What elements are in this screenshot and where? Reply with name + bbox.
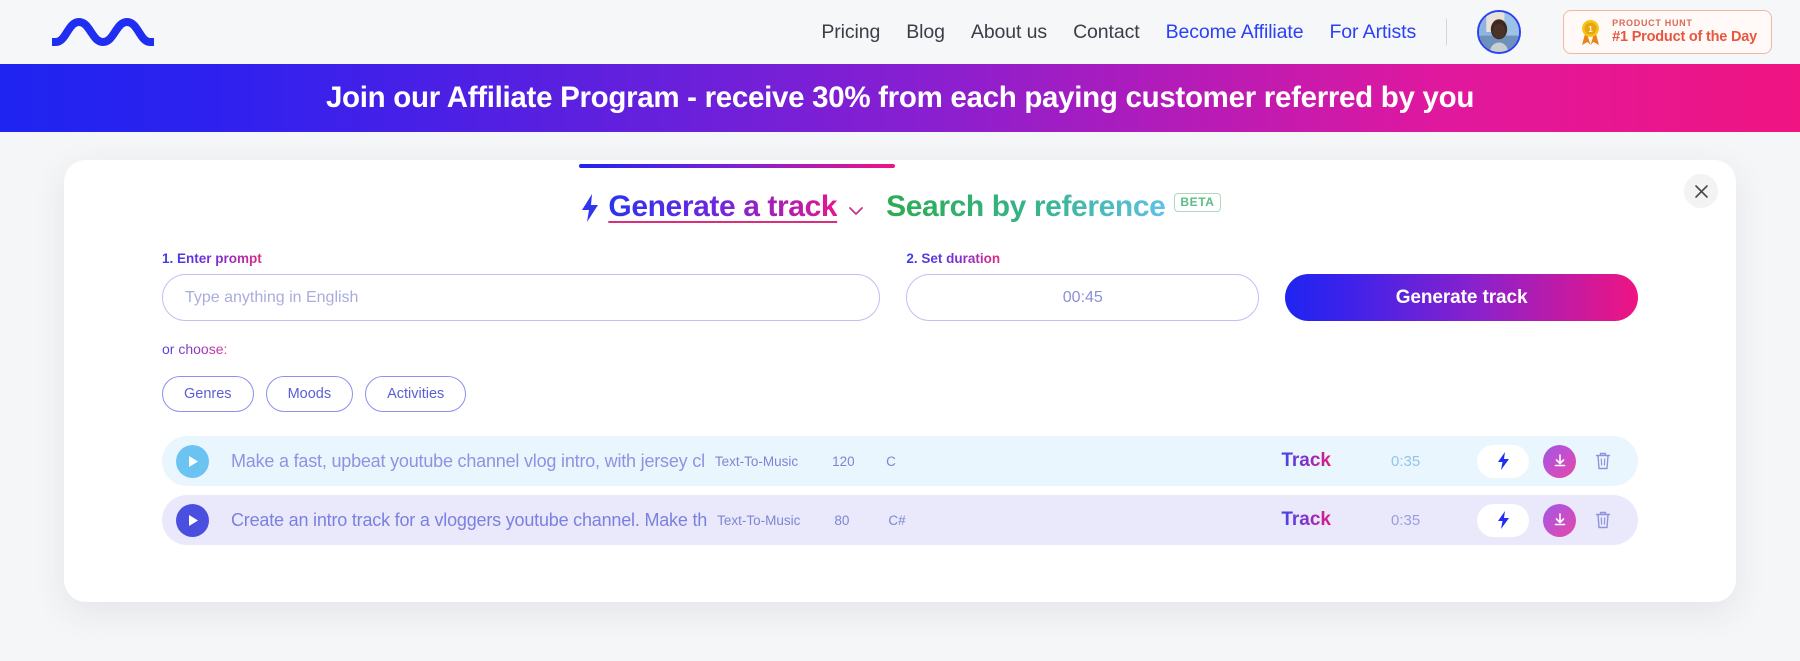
tab-generate-label: Generate a track [608, 190, 837, 224]
svg-text:1: 1 [1588, 25, 1593, 34]
category-chips: Genres Moods Activities [162, 376, 1638, 412]
nav-item-become-affiliate[interactable]: Become Affiliate [1166, 21, 1304, 44]
track-key: C [886, 454, 916, 469]
active-tab-underline [579, 164, 895, 168]
lightning-bolt-icon[interactable] [1477, 445, 1529, 478]
track-type: Text-To-Music [717, 513, 800, 528]
tab-generate-label-wrap: Generate a track [608, 190, 864, 224]
track-duration: 0:35 [1391, 512, 1433, 529]
generator-form: 1. Enter prompt 2. Set duration Generate… [64, 224, 1736, 412]
lightning-bolt-icon[interactable] [1477, 504, 1529, 537]
track-type: Text-To-Music [715, 454, 798, 469]
wave-logo-icon[interactable] [52, 12, 156, 52]
tab-generate-a-track[interactable]: Generate a track [579, 186, 864, 224]
site-header: Pricing Blog About us Contact Become Aff… [0, 0, 1800, 64]
medal-icon: 1 [1578, 19, 1603, 46]
generator-card: Generate a track Search by reference BET… [64, 160, 1736, 602]
generate-track-button[interactable]: Generate track [1285, 274, 1638, 321]
duration-label: 2. Set duration [906, 251, 1000, 266]
row-actions [1477, 445, 1616, 478]
trash-icon[interactable] [1590, 446, 1616, 476]
nav-divider [1446, 19, 1447, 45]
form-row: 1. Enter prompt 2. Set duration Generate… [162, 250, 1638, 321]
product-hunt-title: #1 Product of the Day [1612, 30, 1757, 45]
product-hunt-badge[interactable]: 1 PRODUCT HUNT #1 Product of the Day [1563, 10, 1772, 54]
nav-item-for-artists[interactable]: For Artists [1329, 21, 1416, 44]
nav-item-about-us[interactable]: About us [971, 21, 1047, 44]
nav-item-pricing[interactable]: Pricing [821, 21, 880, 44]
or-choose-label: or choose: [162, 341, 227, 357]
play-icon[interactable] [176, 445, 209, 478]
duration-field-group: 2. Set duration [906, 250, 1259, 321]
track-kind: Track [1281, 450, 1331, 472]
chip-activities[interactable]: Activities [365, 376, 466, 412]
tab-search-label-wrap: Search by reference BETA [886, 190, 1220, 224]
track-kind: Track [1281, 509, 1331, 531]
product-hunt-kicker: PRODUCT HUNT [1612, 19, 1757, 28]
track-duration: 0:35 [1391, 453, 1433, 470]
download-icon[interactable] [1543, 445, 1576, 478]
chip-genres[interactable]: Genres [162, 376, 254, 412]
prompt-field-group: 1. Enter prompt [162, 250, 880, 321]
page-body: Generate a track Search by reference BET… [0, 132, 1800, 661]
play-icon[interactable] [176, 504, 209, 537]
tab-search-by-reference[interactable]: Search by reference BETA [886, 186, 1220, 224]
nav-item-blog[interactable]: Blog [906, 21, 945, 44]
prompt-input[interactable] [162, 274, 880, 321]
prompt-label: 1. Enter prompt [162, 251, 262, 266]
product-hunt-text: PRODUCT HUNT #1 Product of the Day [1612, 19, 1757, 45]
duration-input[interactable] [906, 274, 1259, 321]
tab-search-label: Search by reference [886, 190, 1165, 224]
table-row[interactable]: Make a fast, upbeat youtube channel vlog… [162, 436, 1638, 486]
track-title: Make a fast, upbeat youtube channel vlog… [231, 451, 705, 472]
status-badge: BETA [1174, 193, 1220, 212]
chevron-down-icon[interactable] [848, 203, 864, 221]
track-bpm: 120 [832, 454, 864, 469]
affiliate-banner-text: Join our Affiliate Program - receive 30%… [326, 81, 1474, 115]
nav-item-contact[interactable]: Contact [1073, 21, 1140, 44]
mode-tabs: Generate a track Search by reference BET… [64, 160, 1736, 224]
lightning-bolt-icon [579, 193, 601, 223]
download-icon[interactable] [1543, 504, 1576, 537]
table-row[interactable]: Create an intro track for a vloggers you… [162, 495, 1638, 545]
track-list: Make a fast, upbeat youtube channel vlog… [64, 436, 1736, 545]
close-icon[interactable] [1684, 174, 1718, 208]
trash-icon[interactable] [1590, 505, 1616, 535]
affiliate-banner[interactable]: Join our Affiliate Program - receive 30%… [0, 64, 1800, 132]
track-title: Create an intro track for a vloggers you… [231, 510, 707, 531]
track-key: C# [888, 513, 918, 528]
main-navigation: Pricing Blog About us Contact Become Aff… [821, 10, 1772, 54]
chip-moods[interactable]: Moods [266, 376, 354, 412]
row-actions [1477, 504, 1616, 537]
avatar[interactable] [1477, 10, 1521, 54]
track-bpm: 80 [834, 513, 866, 528]
